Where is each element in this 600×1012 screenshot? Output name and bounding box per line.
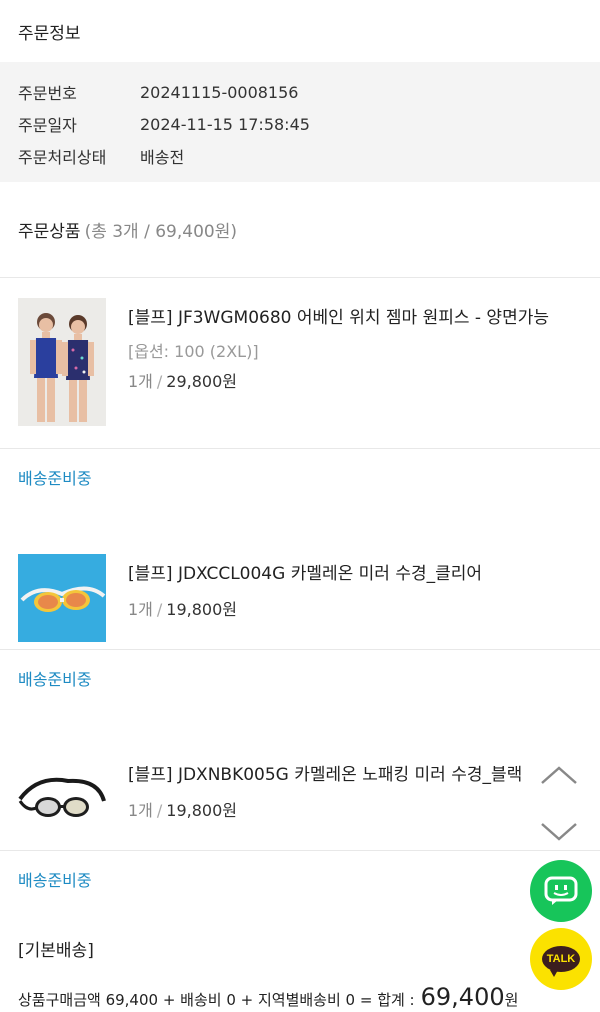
delivery-status: 배송준비중 — [0, 448, 600, 504]
product-info: [블프] JDXNBK005G 카멜레온 노패킹 미러 수경_블랙 1개/19,… — [128, 755, 582, 850]
chevron-down-icon — [541, 823, 577, 841]
chat-icon — [544, 876, 578, 905]
price-separator: / — [156, 372, 163, 391]
product-qty: 1개 — [128, 801, 153, 820]
order-number-row: 주문번호 20241115-0008156 — [18, 76, 582, 108]
kakao-talk-button[interactable]: TALK — [530, 928, 592, 990]
product-price: 1개/19,800원 — [128, 596, 582, 620]
product-option: [옵션: 100 (2XL)] — [128, 342, 259, 361]
order-info-title: 주문정보 — [18, 23, 81, 44]
chat-button[interactable] — [530, 860, 592, 922]
product-item: [블프] JDXNBK005G 카멜레온 노패킹 미러 수경_블랙 1개/19,… — [0, 705, 600, 850]
order-status-row: 주문처리상태 배송전 — [18, 140, 582, 172]
product-qty: 1개 — [128, 372, 153, 391]
order-products-title: 주문상품 — [18, 222, 81, 242]
order-date-row: 주문일자 2024-11-15 17:58:45 — [18, 108, 582, 140]
product-name[interactable]: [블프] JDXNBK005G 카멜레온 노패킹 미러 수경_블랙 — [128, 763, 582, 787]
product-qty: 1개 — [128, 600, 153, 619]
order-info-box: 주문번호 20241115-0008156 주문일자 2024-11-15 17… — [0, 62, 600, 182]
scroll-bottom-button[interactable] — [538, 816, 580, 846]
kakao-talk-label: TALK — [546, 953, 576, 965]
order-date-label: 주문일자 — [18, 116, 77, 135]
kakao-talk-icon: TALK — [542, 946, 580, 977]
order-products-header: 주문상품 (총 3개 / 69,400원) — [0, 182, 600, 278]
product-item: [블프] JDXCCL004G 카멜레온 미러 수경_클리어 1개/19,800… — [0, 504, 600, 649]
product-name[interactable]: [블프] JF3WGM0680 어베인 위치 젬마 원피스 - 양면가능 — [128, 306, 582, 330]
order-date-value: 2024-11-15 17:58:45 — [140, 114, 310, 134]
product-amount: 29,800원 — [166, 372, 238, 391]
delivery-status: 배송준비중 — [0, 850, 600, 906]
delivery-status: 배송준비중 — [0, 649, 600, 705]
product-image-swimsuit[interactable] — [18, 298, 106, 426]
product-price: 1개/19,800원 — [128, 797, 582, 821]
product-image-goggles-black[interactable] — [18, 755, 106, 843]
price-separator: / — [156, 600, 163, 619]
order-status-label: 주문처리상태 — [18, 148, 107, 167]
product-amount: 19,800원 — [166, 600, 238, 619]
product-image-goggles-clear[interactable] — [18, 554, 106, 642]
order-total-breakdown: 상품구매금액 69,400 + 배송비 0 + 지역별배송비 0 = 합계 : — [18, 991, 415, 1009]
product-info: [블프] JDXCCL004G 카멜레온 미러 수경_클리어 1개/19,800… — [128, 554, 582, 649]
product-price: 1개/29,800원 — [128, 368, 582, 392]
product-item: [블프] JF3WGM0680 어베인 위치 젬마 원피스 - 양면가능 [옵션… — [0, 278, 600, 448]
chevron-up-icon — [541, 766, 577, 784]
product-amount: 19,800원 — [166, 801, 238, 820]
order-total-summary: 상품구매금액 69,400 + 배송비 0 + 지역별배송비 0 = 합계 : … — [0, 983, 600, 1011]
shipping-type-title: [기본배송] — [18, 941, 94, 961]
order-number-value: 20241115-0008156 — [140, 82, 299, 102]
order-total-currency: 원 — [504, 991, 519, 1009]
price-separator: / — [156, 801, 163, 820]
order-status-value: 배송전 — [140, 148, 185, 167]
order-total-amount: 69,400 — [420, 983, 505, 1011]
order-number-label: 주문번호 — [18, 84, 77, 103]
scroll-top-button[interactable] — [538, 760, 580, 790]
product-info: [블프] JF3WGM0680 어베인 위치 젬마 원피스 - 양면가능 [옵션… — [128, 298, 582, 448]
product-name[interactable]: [블프] JDXCCL004G 카멜레온 미러 수경_클리어 — [128, 562, 582, 586]
order-products-count: (총 3개 / 69,400원) — [84, 222, 237, 242]
